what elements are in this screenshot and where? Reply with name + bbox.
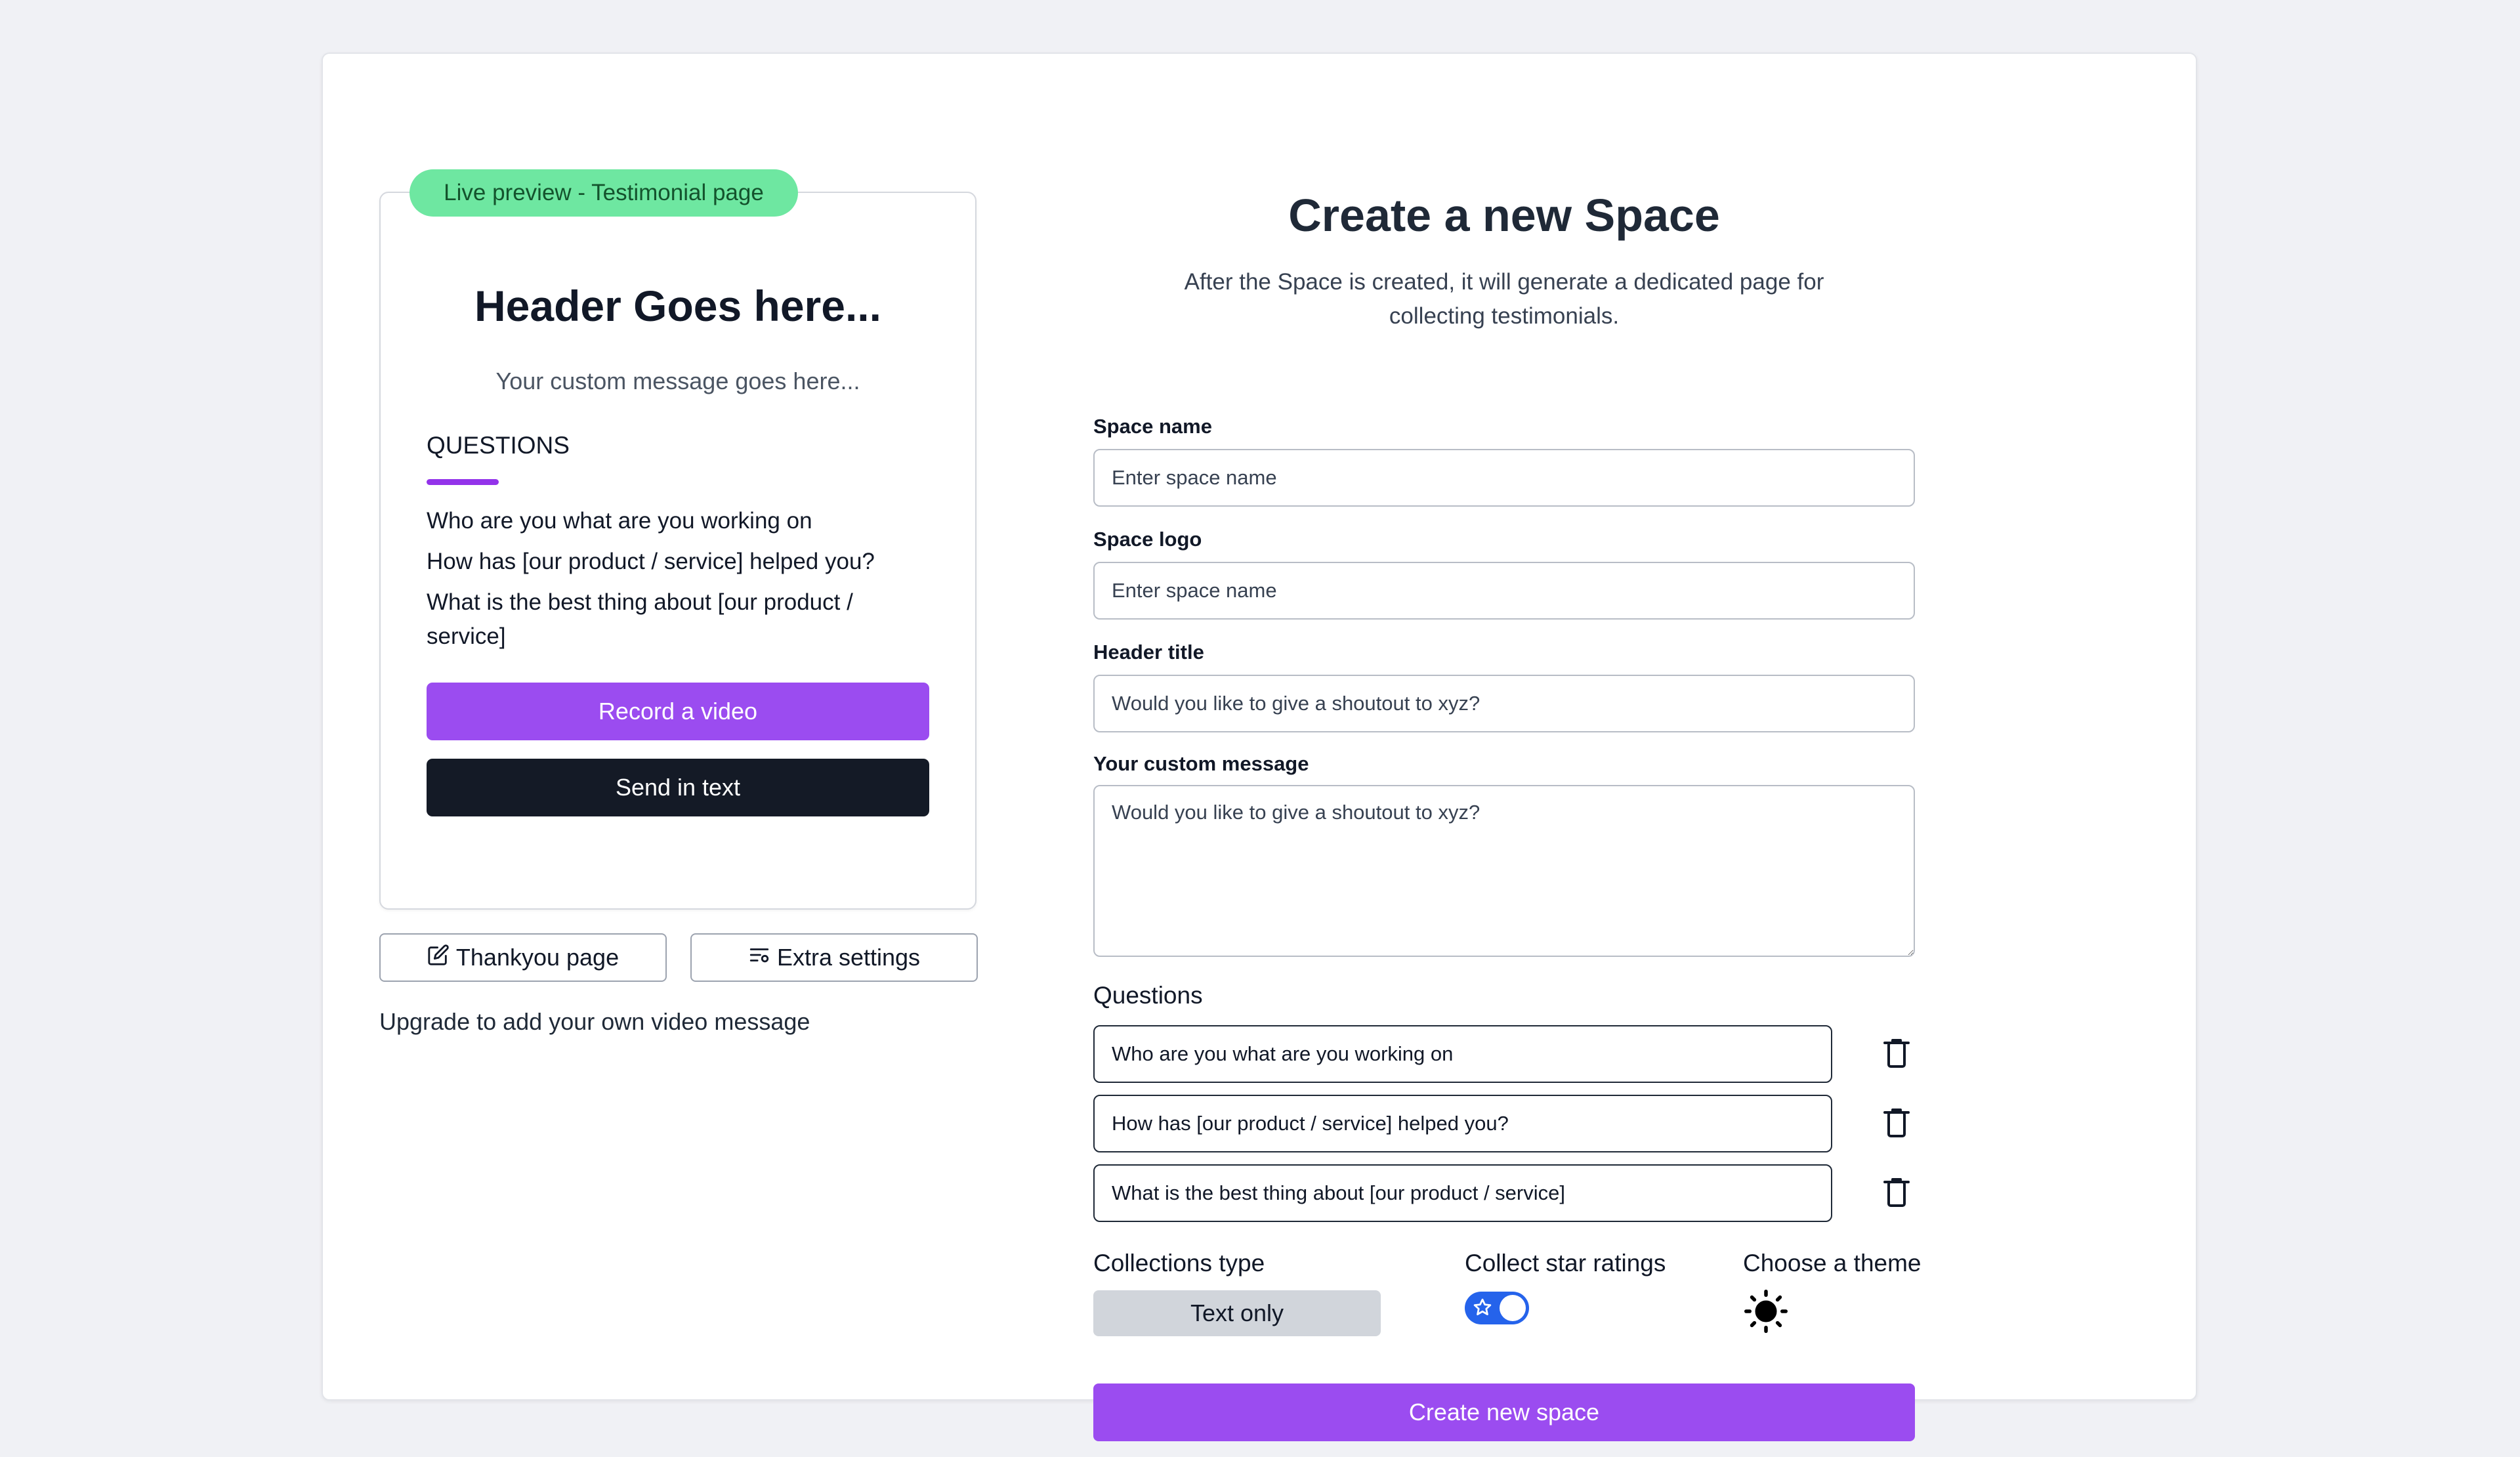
question-input[interactable]: [1093, 1025, 1832, 1083]
delete-question-button[interactable]: [1878, 1105, 1915, 1142]
record-video-button[interactable]: Record a video: [427, 683, 929, 740]
space-name-input[interactable]: [1093, 449, 1915, 507]
upgrade-message: Upgrade to add your own video message: [379, 1008, 810, 1035]
star-ratings-label: Collect star ratings: [1465, 1250, 1666, 1277]
page-title: Create a new Space: [1288, 190, 1720, 241]
collections-type-select[interactable]: Text only: [1093, 1290, 1381, 1336]
delete-question-button[interactable]: [1878, 1036, 1915, 1072]
theme-toggle-button[interactable]: [1743, 1289, 1789, 1335]
thankyou-page-label: Thankyou page: [455, 944, 620, 971]
extra-settings-button[interactable]: Extra settings: [690, 933, 978, 982]
collections-type-label: Collections type: [1093, 1250, 1265, 1277]
question-input[interactable]: [1093, 1095, 1832, 1152]
live-preview-badge: Live preview - Testimonial page: [410, 169, 798, 217]
question-input[interactable]: [1093, 1164, 1832, 1222]
trash-icon: [1883, 1038, 1910, 1070]
preview-question: Who are you what are you working on: [427, 508, 812, 534]
header-title-input[interactable]: [1093, 675, 1915, 732]
theme-label: Choose a theme: [1743, 1250, 1922, 1277]
custom-message-label: Your custom message: [1093, 752, 1309, 775]
custom-message-textarea[interactable]: [1093, 785, 1915, 957]
thankyou-page-button[interactable]: Thankyou page: [379, 933, 667, 982]
send-in-text-button[interactable]: Send in text: [427, 759, 929, 816]
preview-question: How has [our product / service] helped y…: [427, 549, 875, 574]
trash-icon: [1883, 1108, 1910, 1139]
create-space-button[interactable]: Create new space: [1093, 1383, 1915, 1441]
delete-question-button[interactable]: [1878, 1175, 1915, 1212]
preview-question-list: Who are you what are you working on How …: [427, 504, 925, 660]
space-logo-label: Space logo: [1093, 528, 1202, 551]
star-icon: [1473, 1298, 1492, 1317]
settings-list-icon: [748, 944, 770, 972]
preview-questions-title: QUESTIONS: [427, 432, 570, 459]
preview-custom-message: Your custom message goes here...: [495, 368, 860, 394]
questions-underline: [427, 479, 499, 485]
preview-question: What is the best thing about [our produc…: [427, 589, 853, 649]
star-ratings-toggle[interactable]: [1465, 1292, 1529, 1324]
page-subtitle: After the Space is created, it will gene…: [1184, 269, 1824, 329]
space-name-label: Space name: [1093, 415, 1212, 438]
extra-settings-label: Extra settings: [776, 944, 921, 971]
questions-label: Questions: [1093, 982, 1203, 1009]
toggle-knob: [1500, 1295, 1526, 1321]
edit-icon: [427, 944, 450, 972]
space-logo-input[interactable]: [1093, 562, 1915, 620]
header-title-label: Header title: [1093, 641, 1204, 664]
preview-header: Header Goes here...: [474, 282, 881, 330]
trash-icon: [1883, 1177, 1910, 1209]
sun-icon: [1744, 1289, 1788, 1335]
